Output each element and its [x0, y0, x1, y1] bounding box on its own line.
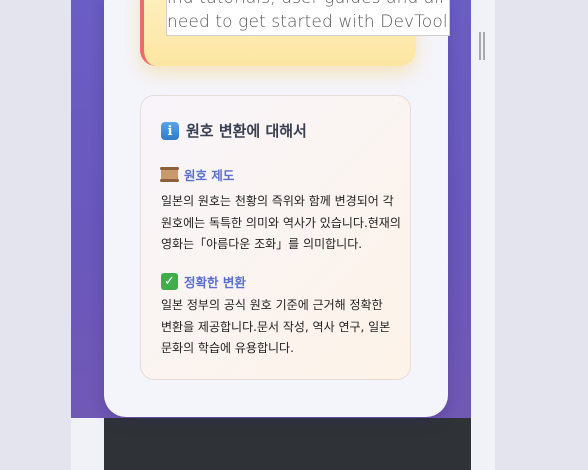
about-title-text: 원호 변환에 대해서 [186, 122, 307, 140]
section-heading-text: 정확한 변환 [184, 275, 246, 290]
tooltip-line-2: need to get started with DevTools [167, 12, 450, 32]
resize-handle-bar [479, 32, 481, 60]
about-era-conversion-box: i 원호 변환에 대해서 원호 제도 일본의 원호는 천황의 즉위와 함께 변경… [140, 95, 411, 380]
section-heading-accurate-conversion: ✓ 정확한 변환 [161, 272, 246, 291]
tooltip-line-1: ind tutorials, user guides and all c [167, 0, 449, 8]
resize-handle[interactable] [479, 32, 485, 60]
section-heading-era-system: 원호 제도 [160, 165, 235, 184]
check-mark-icon: ✓ [161, 273, 178, 290]
section-body-accurate-conversion: 일본 정부의 공식 원호 기준에 근거해 정확한 변환을 제공합니다.문서 작성… [161, 298, 391, 355]
resize-handle-bar [483, 32, 485, 60]
about-title: i 원호 변환에 대해서 [161, 120, 307, 141]
dark-footer [104, 418, 471, 470]
section-heading-text: 원호 제도 [184, 168, 235, 183]
info-icon: i [161, 122, 179, 140]
devtools-tooltip: ind tutorials, user guides and all c nee… [166, 0, 450, 36]
scroll-icon [160, 167, 179, 182]
section-body-era-system: 일본의 원호는 천황의 즉위와 함께 변경되어 각 원호에는 독특한 의미와 역… [161, 194, 401, 251]
